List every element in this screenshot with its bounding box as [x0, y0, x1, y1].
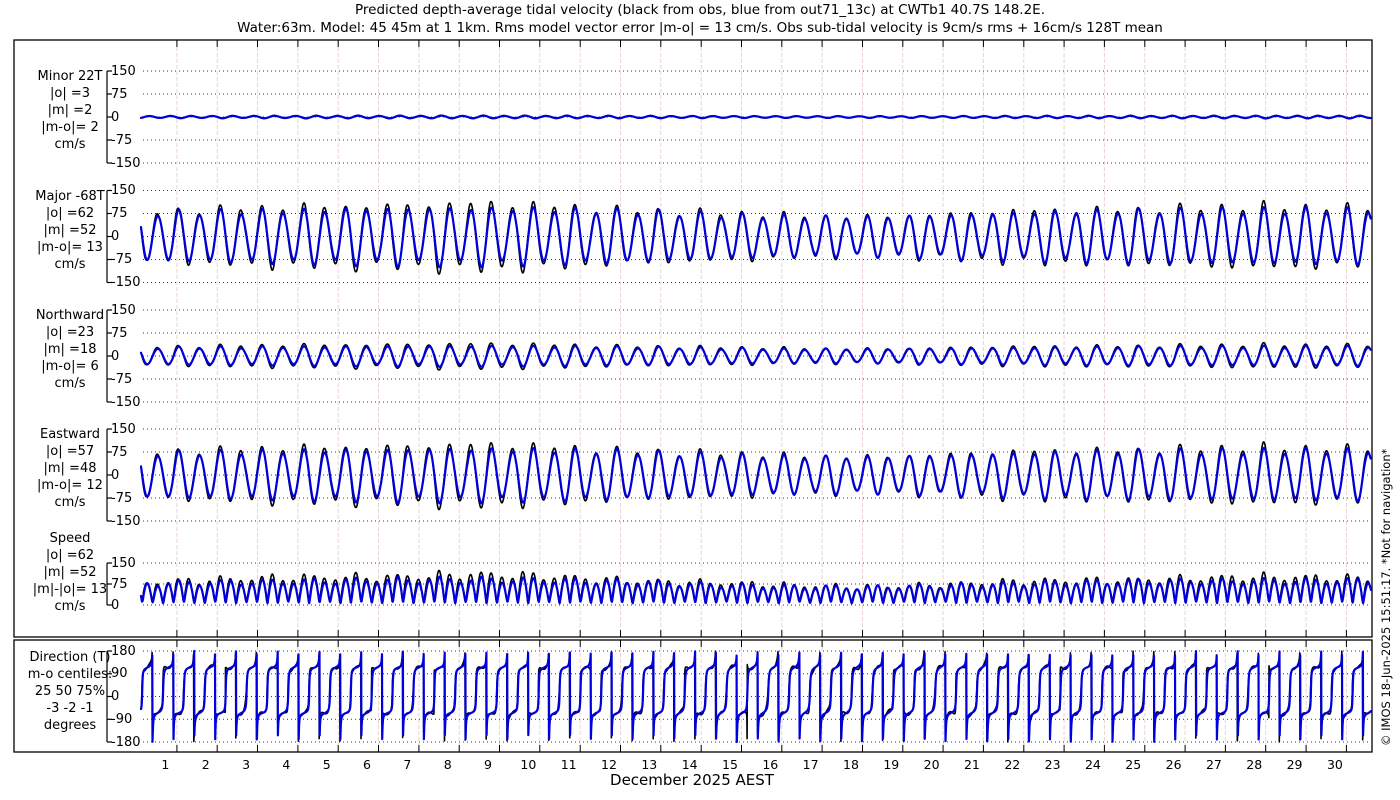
plot-canvas — [13, 39, 1373, 753]
panel-minor-ytick: -150 — [111, 155, 141, 171]
x-axis-day-label: 30 — [1326, 757, 1343, 772]
panel-direction-ytick: 90 — [111, 666, 128, 682]
panel-eastward-ytick: -75 — [111, 490, 133, 506]
x-axis-day-label: 14 — [681, 757, 698, 772]
x-axis-day-label: 16 — [762, 757, 779, 772]
x-axis-day-label: 27 — [1205, 757, 1222, 772]
panel-speed-info-line: Speed — [49, 531, 91, 546]
panel-direction-ytick: -90 — [111, 711, 133, 727]
x-axis-day-label: 3 — [242, 757, 251, 772]
x-axis-day-label: 8 — [443, 757, 452, 772]
panel-eastward-ytick: 150 — [111, 421, 136, 437]
x-axis-day-label: 11 — [560, 757, 577, 772]
panel-minor-ytick: 0 — [111, 109, 120, 125]
x-axis-day-label: 5 — [322, 757, 331, 772]
panel-major-ytick: -150 — [111, 275, 141, 290]
panel-eastward-ytick: 75 — [111, 444, 128, 460]
x-axis-title: December 2025 AEST — [610, 771, 774, 789]
x-axis-day-label: 22 — [1004, 757, 1021, 772]
panel-major-ytick: 75 — [111, 206, 128, 221]
panel-major-ytick: -75 — [111, 252, 133, 267]
panel-northward-ytick: 75 — [111, 325, 128, 341]
panel-northward-ytick: 0 — [111, 348, 120, 364]
panel-speed-ytick: 150 — [111, 555, 136, 571]
x-axis-day-label: 15 — [722, 757, 738, 772]
panel-speed-ytick: 0 — [111, 597, 120, 613]
x-axis-day-label: 24 — [1084, 757, 1101, 772]
panel-direction-ytick: 180 — [111, 643, 136, 659]
x-axis-day-label: 7 — [403, 757, 412, 772]
x-axis-day-label: 4 — [282, 757, 291, 772]
x-axis-day-label: 10 — [520, 757, 537, 772]
tidal-velocity-figure: Predicted depth-average tidal velocity (… — [0, 0, 1400, 800]
x-axis-day-label: 23 — [1044, 757, 1061, 772]
panel-speed-ytick: 75 — [111, 576, 128, 592]
x-axis-day-label: 6 — [363, 757, 371, 772]
panel-major-ytick: 150 — [111, 183, 136, 198]
x-axis-day-label: 17 — [802, 757, 819, 772]
panel-minor-ytick: 75 — [111, 86, 128, 102]
panel-eastward-ytick: -150 — [111, 513, 141, 529]
panel-minor-ytick: -75 — [111, 132, 133, 148]
x-axis-day-label: 20 — [923, 757, 940, 772]
watermark-credit: © IMOS 18-Jun-2025 15:51:17. *Not for na… — [1379, 448, 1393, 746]
panel-northward-ytick: -150 — [111, 394, 141, 410]
x-axis-day-label: 18 — [843, 757, 859, 772]
panel-direction-ytick: 0 — [111, 689, 120, 704]
x-axis-day-label: 29 — [1286, 757, 1303, 772]
panel-direction-ytick: -180 — [111, 734, 141, 750]
x-axis-day-label: 28 — [1246, 757, 1263, 772]
x-axis-day-label: 13 — [641, 757, 658, 772]
x-axis-day-label: 25 — [1125, 757, 1142, 772]
x-axis-day-label: 1 — [161, 757, 170, 772]
x-axis-day-label: 9 — [484, 757, 492, 772]
x-axis-day-label: 12 — [601, 757, 617, 772]
x-axis-day-label: 26 — [1165, 757, 1182, 772]
x-axis-day-label: 2 — [201, 757, 210, 772]
panel-major-ytick: 0 — [111, 229, 120, 244]
panel-northward-ytick: 150 — [111, 302, 136, 318]
x-axis-day-label: 19 — [883, 757, 900, 772]
panel-eastward-ytick: 0 — [111, 467, 120, 483]
x-axis-day-label: 21 — [963, 757, 980, 772]
panel-northward-ytick: -75 — [111, 371, 133, 387]
panel-minor-ytick: 150 — [111, 63, 136, 79]
